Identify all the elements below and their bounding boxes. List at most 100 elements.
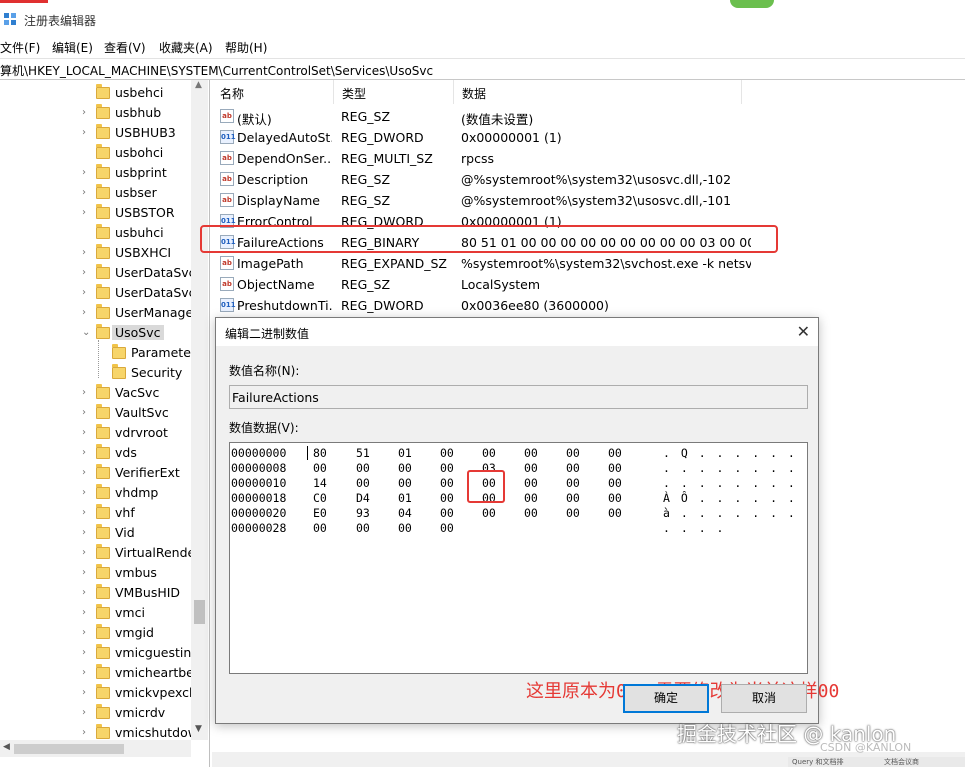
- tree-item[interactable]: usbehci: [0, 83, 190, 103]
- hex-byte[interactable]: 00: [398, 461, 418, 475]
- hex-byte[interactable]: D4: [356, 491, 376, 505]
- hex-byte[interactable]: 00: [566, 491, 586, 505]
- chevron-right-icon[interactable]: ›: [82, 487, 86, 498]
- hex-byte[interactable]: 00: [482, 506, 502, 520]
- chevron-right-icon[interactable]: ›: [82, 687, 86, 698]
- tree-scroll-thumb[interactable]: [194, 600, 205, 624]
- tree-item[interactable]: › vds: [0, 443, 190, 463]
- hex-byte[interactable]: 00: [313, 461, 333, 475]
- hex-byte[interactable]: 00: [356, 461, 376, 475]
- chevron-right-icon[interactable]: ›: [82, 467, 86, 478]
- hex-byte[interactable]: 00: [398, 476, 418, 490]
- hex-byte[interactable]: E0: [313, 506, 333, 520]
- scroll-left-icon[interactable]: ◀: [3, 742, 10, 752]
- chevron-right-icon[interactable]: ›: [82, 647, 86, 658]
- column-header-name[interactable]: 名称: [212, 80, 334, 104]
- hex-byte[interactable]: 01: [398, 446, 418, 460]
- chevron-right-icon[interactable]: ›: [82, 447, 86, 458]
- tree-item[interactable]: usbohci: [0, 143, 190, 163]
- hex-byte[interactable]: 04: [398, 506, 418, 520]
- hex-byte[interactable]: 00: [356, 476, 376, 490]
- chevron-right-icon[interactable]: ›: [82, 727, 86, 738]
- hex-byte[interactable]: 00: [440, 521, 460, 535]
- tree-item[interactable]: › vhdmp: [0, 483, 190, 503]
- value-row[interactable]: ab DisplayName REG_SZ @%systemroot%\system3…: [212, 190, 962, 211]
- chevron-right-icon[interactable]: ›: [82, 547, 86, 558]
- tree-item[interactable]: › Vid: [0, 523, 190, 543]
- tree-item[interactable]: Parameter: [0, 343, 196, 363]
- hex-byte[interactable]: 00: [440, 506, 460, 520]
- ok-button[interactable]: 确定: [623, 684, 709, 713]
- chevron-right-icon[interactable]: ›: [82, 427, 86, 438]
- tree-item[interactable]: › vmicguestinte: [0, 643, 204, 663]
- hex-byte[interactable]: 00: [524, 491, 544, 505]
- tree-item[interactable]: › USBXHCI: [0, 243, 190, 263]
- hex-byte[interactable]: 00: [566, 446, 586, 460]
- hex-byte[interactable]: 00: [440, 491, 460, 505]
- tree-item[interactable]: › usbhub: [0, 103, 190, 123]
- tree-item[interactable]: › vdrvroot: [0, 423, 190, 443]
- hex-byte[interactable]: 51: [356, 446, 376, 460]
- chevron-right-icon[interactable]: ›: [82, 507, 86, 518]
- chevron-right-icon[interactable]: ›: [82, 407, 86, 418]
- value-row[interactable]: 011 DelayedAutoSt... REG_DWORD 0x00000001 (…: [212, 127, 962, 148]
- close-icon[interactable]: ✕: [797, 322, 810, 341]
- chevron-down-icon[interactable]: ⌄: [82, 327, 90, 338]
- tree-item[interactable]: usbuhci: [0, 223, 190, 243]
- cancel-button[interactable]: 取消: [721, 684, 807, 713]
- chevron-right-icon[interactable]: ›: [82, 267, 86, 278]
- tree-item[interactable]: › usbprint: [0, 163, 190, 183]
- value-row[interactable]: 011 PreshutdownTi... REG_DWORD 0x0036ee80 (…: [212, 295, 962, 316]
- hex-byte[interactable]: 93: [356, 506, 376, 520]
- chevron-right-icon[interactable]: ›: [82, 707, 86, 718]
- tree-item[interactable]: › UserDataSvc: [0, 263, 196, 283]
- tree-item[interactable]: › vmbus: [0, 563, 190, 583]
- value-row[interactable]: ab Description REG_SZ @%systemroot%\system3…: [212, 169, 962, 190]
- chevron-right-icon[interactable]: ›: [82, 287, 86, 298]
- hex-byte[interactable]: 00: [524, 476, 544, 490]
- scroll-down-icon[interactable]: ▼: [195, 724, 202, 734]
- menu-file[interactable]: 文件(F): [0, 39, 40, 56]
- column-header-data[interactable]: 数据: [454, 80, 742, 104]
- tree-item[interactable]: › VaultSvc: [0, 403, 190, 423]
- tree-item[interactable]: › vhf: [0, 503, 190, 523]
- chevron-right-icon[interactable]: ›: [82, 627, 86, 638]
- menu-favorites[interactable]: 收藏夹(A): [159, 39, 213, 56]
- tree-item[interactable]: › vmicheartbea: [0, 663, 202, 683]
- tree-item[interactable]: › VacSvc: [0, 383, 190, 403]
- tree-item[interactable]: › VirtualRende: [0, 543, 195, 563]
- chevron-right-icon[interactable]: ›: [82, 587, 86, 598]
- value-row[interactable]: ab ObjectName REG_SZ LocalSystem: [212, 274, 962, 295]
- value-row[interactable]: ab DependOnSer... REG_MULTI_SZ rpcss: [212, 148, 962, 169]
- chevron-right-icon[interactable]: ›: [82, 607, 86, 618]
- column-header-type[interactable]: 类型: [334, 80, 454, 104]
- hex-byte[interactable]: 00: [440, 461, 460, 475]
- chevron-right-icon[interactable]: ›: [82, 127, 86, 138]
- tree-item[interactable]: ⌄ UsoSvc: [0, 323, 190, 343]
- tree-item[interactable]: › USBHUB3: [0, 123, 190, 143]
- hex-byte[interactable]: 00: [566, 476, 586, 490]
- tree-horizontal-scrollbar[interactable]: ◀: [0, 740, 191, 757]
- hex-byte[interactable]: 00: [398, 521, 418, 535]
- tree-item[interactable]: › UserManage: [0, 303, 193, 323]
- hex-byte[interactable]: 00: [608, 491, 628, 505]
- chevron-right-icon[interactable]: ›: [82, 667, 86, 678]
- hex-byte[interactable]: 00: [440, 446, 460, 460]
- chevron-right-icon[interactable]: ›: [82, 207, 86, 218]
- chevron-right-icon[interactable]: ›: [82, 307, 86, 318]
- chevron-right-icon[interactable]: ›: [82, 567, 86, 578]
- tree-item[interactable]: › VMBusHID: [0, 583, 190, 603]
- hex-byte[interactable]: 00: [524, 461, 544, 475]
- hex-byte[interactable]: 00: [482, 446, 502, 460]
- chevron-right-icon[interactable]: ›: [82, 107, 86, 118]
- tree-item[interactable]: › vmgid: [0, 623, 190, 643]
- hex-byte[interactable]: 00: [356, 521, 376, 535]
- hex-byte[interactable]: C0: [313, 491, 333, 505]
- hex-byte[interactable]: 00: [440, 476, 460, 490]
- value-row[interactable]: ab (默认) REG_SZ (数值未设置): [212, 106, 962, 127]
- hex-byte[interactable]: 00: [608, 461, 628, 475]
- tree-item[interactable]: › USBSTOR: [0, 203, 190, 223]
- hex-byte[interactable]: 00: [608, 506, 628, 520]
- hex-byte[interactable]: 80: [313, 446, 333, 460]
- chevron-right-icon[interactable]: ›: [82, 527, 86, 538]
